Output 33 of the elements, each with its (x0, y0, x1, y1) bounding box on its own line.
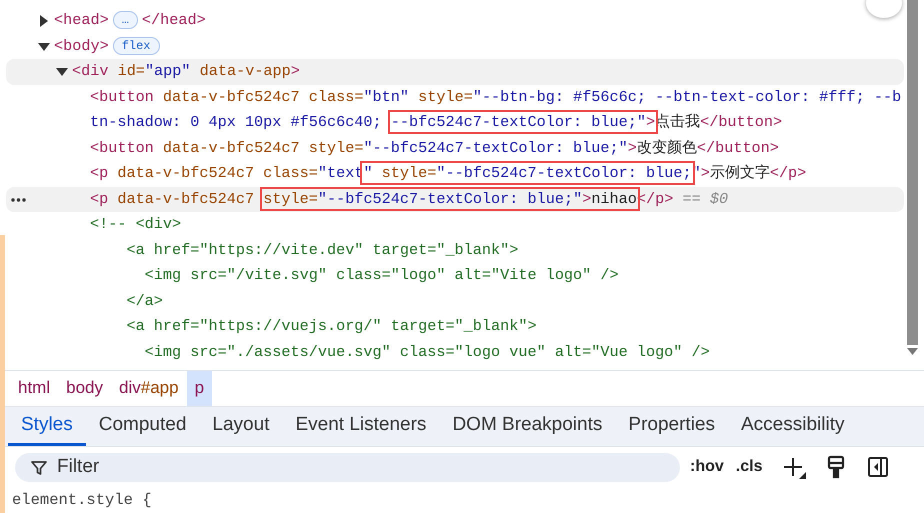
hover-state-toggle[interactable]: :hov (688, 458, 726, 476)
class-toggle[interactable]: .cls (734, 458, 764, 476)
sidebar-toggle-icon[interactable] (866, 455, 890, 480)
collapse-arrow-icon[interactable] (38, 40, 50, 52)
breadcrumb-item[interactable]: body (58, 370, 111, 406)
panel-tab[interactable]: Properties (615, 406, 728, 446)
breadcrumb-item[interactable]: p (186, 370, 212, 406)
panel-tab[interactable]: Styles (8, 406, 86, 446)
panel-tab[interactable]: Accessibility (728, 406, 858, 446)
expand-arrow-icon[interactable] (38, 15, 50, 27)
breadcrumb-item[interactable]: div#app (111, 370, 187, 406)
dom-node-row[interactable]: <div id="app" data-v-app> (6, 59, 904, 84)
scrollbar-thumb[interactable] (907, 0, 918, 345)
node-badge[interactable]: … (112, 11, 138, 29)
filter-icon (31, 460, 47, 476)
dom-node-row[interactable]: <button data-v-bfc524c7 style="--bfc524c7-textColor: blue;">改变颜色</button> (6, 136, 904, 161)
dom-node-code: <button data-v-bfc524c7 style="--bfc524c7-textColor: blue;">改变颜色</button> (90, 138, 780, 158)
panel-tab[interactable]: Event Listeners (282, 406, 440, 446)
panel-tab[interactable]: Computed (86, 406, 200, 446)
more-icon[interactable] (11, 198, 26, 202)
html-comment: <!-- <div> <a href="https://vite.dev" target="_blank"> <img src="/vite.svg" class="logo" alt="Vite logo" /> </a> <a href="https://vuejs.org/" target="_blank"> <img src="./assets/vue.svg" class="logo vue" alt="Vue logo" /> (90, 214, 710, 362)
dom-node-row[interactable]: <head> … </head> (6, 8, 904, 34)
add-icon[interactable] (782, 455, 806, 480)
panel-tab[interactable]: Layout (199, 406, 282, 446)
scroll-down-icon[interactable] (907, 347, 918, 356)
dom-node-code: <head> … </head> (54, 10, 207, 31)
panel-tab[interactable]: DOM Breakpoints (439, 406, 616, 446)
dom-node-code: <div id="app" data-v-app> (72, 61, 301, 82)
node-badge[interactable]: flex (112, 36, 160, 54)
collapse-arrow-icon[interactable] (56, 66, 68, 78)
style-rule: element.style { (11, 490, 153, 511)
breadcrumb-item[interactable]: html (10, 370, 58, 406)
filter-field[interactable]: Filter (15, 452, 680, 482)
